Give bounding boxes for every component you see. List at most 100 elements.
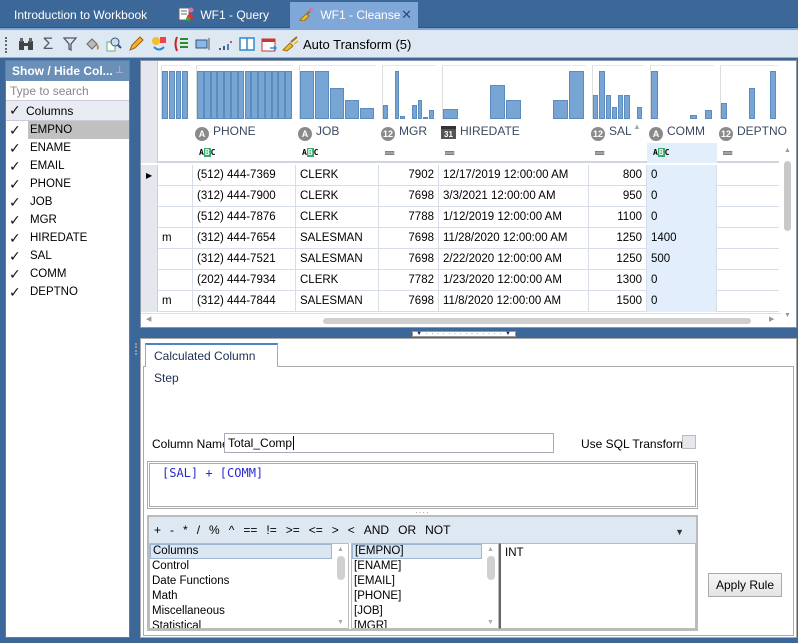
column-ref-item[interactable]: [JOB]	[352, 604, 482, 619]
scroll-up-icon[interactable]: ▲	[784, 147, 791, 154]
column-ref-item[interactable]: [ENAME]	[352, 559, 482, 574]
filter-cell[interactable]: ═	[717, 143, 781, 163]
column-ref-scrollbar[interactable]: ▲ ▼	[484, 544, 498, 628]
column-header-phone[interactable]: A PHONE	[195, 119, 256, 143]
column-histogram[interactable]	[379, 61, 439, 119]
column-name-input[interactable]: Total_Comp	[224, 433, 554, 453]
cell-comm[interactable]: 500	[647, 249, 717, 270]
cell-hiredate[interactable]: 3/3/2021 12:00:00 AM	[439, 186, 589, 207]
scroll-down-icon[interactable]: ▼	[784, 312, 791, 319]
column-histogram[interactable]	[439, 61, 589, 119]
cell-phone[interactable]: (312) 444-7521	[193, 249, 296, 270]
operator-button[interactable]: <	[348, 523, 355, 537]
cell-job[interactable]: SALESMAN	[296, 291, 379, 312]
toolbar-grip[interactable]	[5, 37, 8, 53]
cell-comm[interactable]: 0	[647, 270, 717, 291]
refresh-shapes-icon[interactable]	[150, 35, 168, 53]
operator-button[interactable]: >=	[286, 523, 300, 537]
column-search-input[interactable]: Type to search columns	[6, 81, 129, 118]
cell-deptno[interactable]	[717, 165, 781, 186]
cell-sal[interactable]: 800	[589, 165, 647, 186]
filter-cell[interactable]: ABC	[647, 143, 717, 163]
column-checkbox[interactable]: ✓	[9, 249, 23, 264]
column-ref-item[interactable]: [EMPNO]	[352, 544, 482, 559]
column-toggle-item[interactable]: ✓ EMPNO	[6, 121, 129, 139]
cell-job[interactable]: CLERK	[296, 186, 379, 207]
category-item[interactable]: Miscellaneous	[150, 604, 332, 619]
cell-deptno[interactable]	[717, 270, 781, 291]
column-histogram[interactable]	[158, 61, 193, 119]
column-toggle-item[interactable]: ✓ MGR	[6, 211, 129, 229]
column-ref-list[interactable]: [EMPNO] [ENAME] [EMAIL] [PHONE] [JOB] [MGR] ▲…	[351, 543, 499, 629]
column-header-deptno[interactable]: 12 DEPTNO	[719, 119, 787, 143]
column-toggle-item[interactable]: ✓ HIREDATE	[6, 229, 129, 247]
column-toggle-item[interactable]: ✓ ENAME	[6, 139, 129, 157]
cell-hiredate[interactable]: 1/23/2020 12:00:00 AM	[439, 270, 589, 291]
category-item[interactable]: Statistical	[150, 619, 332, 628]
filter-cell[interactable]: ABC	[193, 143, 296, 163]
cell-mgr[interactable]: 7782	[379, 270, 439, 291]
category-list[interactable]: Columns Control Date Functions Math Miscella…	[149, 543, 349, 629]
cell-comm[interactable]: 1400	[647, 228, 717, 249]
cell-mgr[interactable]: 7698	[379, 249, 439, 270]
cell-comm[interactable]: 0	[647, 291, 717, 312]
column-checkbox[interactable]: ✓	[9, 195, 23, 210]
table-row[interactable]: ▶ (512) 444-7369 CLERK 7902 12/17/2019 12:00…	[141, 165, 796, 186]
overflow-dropdown-icon[interactable]: ▼	[675, 519, 684, 545]
cell-ename[interactable]: m	[158, 291, 193, 312]
binoculars-icon[interactable]	[17, 35, 35, 53]
category-item[interactable]: Date Functions	[150, 574, 332, 589]
row-indicator[interactable]	[141, 270, 158, 291]
cell-job[interactable]: CLERK	[296, 270, 379, 291]
table-row[interactable]: (312) 444-7900 CLERK 7698 3/3/2021 12:00:00…	[141, 186, 796, 207]
operator-button[interactable]: OR	[398, 523, 416, 537]
tab-wf1-cleanse[interactable]: WF1 - Cleanse ✕	[290, 2, 418, 28]
cell-mgr[interactable]: 7902	[379, 165, 439, 186]
panel-splitter[interactable]: ▼ · · · · · · · · · · · · · · ▼	[412, 331, 516, 337]
cell-phone[interactable]: (512) 444-7369	[193, 165, 296, 186]
column-histogram[interactable]	[717, 61, 781, 119]
column-header-comm[interactable]: A COMM	[649, 119, 705, 143]
operator-button[interactable]: ==	[243, 523, 257, 537]
cell-sal[interactable]: 1250	[589, 228, 647, 249]
cell-job[interactable]: CLERK	[296, 207, 379, 228]
cell-mgr[interactable]: 7788	[379, 207, 439, 228]
column-histogram[interactable]	[589, 61, 647, 119]
cell-comm[interactable]: 0	[647, 165, 717, 186]
column-ref-item[interactable]: [EMAIL]	[352, 574, 482, 589]
cell-deptno[interactable]	[717, 249, 781, 270]
root-checkbox[interactable]: ✓	[9, 103, 23, 118]
cell-hiredate[interactable]: 12/17/2019 12:00:00 AM	[439, 165, 589, 186]
vertical-scroll-thumb[interactable]	[784, 161, 791, 231]
cell-sal[interactable]: 1100	[589, 207, 647, 228]
columns-split-icon[interactable]	[172, 35, 190, 53]
column-header-hiredate[interactable]: 31 HIREDATE	[441, 119, 520, 143]
cell-job[interactable]: CLERK	[296, 165, 379, 186]
column-toggle-item[interactable]: ✓ PHONE	[6, 175, 129, 193]
pencil-icon[interactable]	[127, 35, 145, 53]
cell-mgr[interactable]: 7698	[379, 291, 439, 312]
row-indicator[interactable]	[141, 228, 158, 249]
cell-job[interactable]: SALESMAN	[296, 249, 379, 270]
use-sql-transforms-checkbox[interactable]	[682, 435, 696, 449]
cell-job[interactable]: SALESMAN	[296, 228, 379, 249]
filter-cell[interactable]: ═	[589, 143, 647, 163]
cell-deptno[interactable]	[717, 291, 781, 312]
column-checkbox[interactable]: ✓	[9, 177, 23, 192]
column-checkbox[interactable]: ✓	[9, 123, 23, 138]
row-indicator[interactable]	[141, 207, 158, 228]
left-grip[interactable]	[135, 343, 137, 355]
column-checkbox[interactable]: ✓	[9, 213, 23, 228]
column-toggle-item[interactable]: ✓ EMAIL	[6, 157, 129, 175]
cell-deptno[interactable]	[717, 207, 781, 228]
cell-phone[interactable]: (202) 444-7934	[193, 270, 296, 291]
column-toggle-item[interactable]: ✓ DEPTNO	[6, 283, 129, 301]
scroll-right-icon[interactable]: ▶	[769, 315, 774, 323]
column-toggle-item[interactable]: ✓ COMM	[6, 265, 129, 283]
filter-cell[interactable]: ═	[439, 143, 589, 163]
filter-cell[interactable]: ABC	[296, 143, 379, 163]
operator-button[interactable]: +	[154, 523, 161, 537]
pin-icon[interactable]: ⊥	[115, 61, 124, 81]
textbox-icon[interactable]	[194, 35, 212, 53]
operator-button[interactable]: %	[209, 523, 220, 537]
